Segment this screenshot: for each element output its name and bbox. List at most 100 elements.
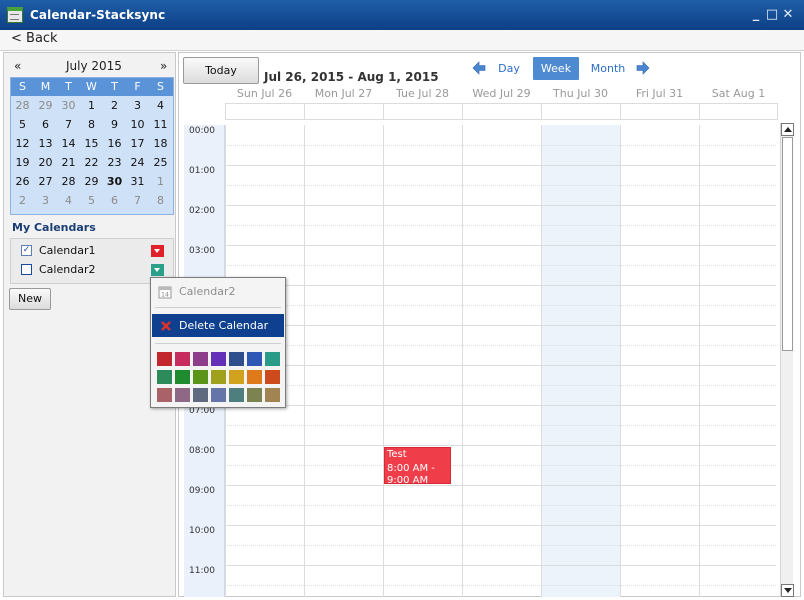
mini-calendar-day[interactable]: 3 [34,192,57,210]
mini-calendar-day[interactable]: 8 [80,116,103,134]
calendar1-checkbox[interactable]: ✓ [21,245,32,256]
mini-calendar-day[interactable]: 20 [34,154,57,172]
delete-calendar-menu-item[interactable]: Delete Calendar [152,314,284,337]
hour-label: 01:00 [189,166,215,176]
mini-calendar-day[interactable]: 14 [57,135,80,153]
mini-calendar-day[interactable]: 29 [80,173,103,191]
color-swatch[interactable] [229,388,244,402]
all-day-cell[interactable] [304,103,383,120]
mini-calendar-day[interactable]: 11 [149,116,172,134]
all-day-cell[interactable] [620,103,699,120]
mini-calendar-day[interactable]: 25 [149,154,172,172]
color-swatch[interactable] [193,388,208,402]
vertical-scrollbar[interactable] [780,123,794,597]
all-day-cell[interactable] [541,103,620,120]
mini-calendar-day[interactable]: 17 [126,135,149,153]
mini-calendar-day[interactable]: 6 [103,192,126,210]
all-day-cell[interactable] [225,103,304,120]
minimize-icon[interactable]: _ [749,8,763,22]
color-swatch[interactable] [193,352,208,366]
weekday-label: T [65,80,72,93]
calendar1-menu-dropdown-icon[interactable] [151,245,164,257]
maximize-icon[interactable]: □ [765,8,779,22]
mini-calendar-day[interactable]: 1 [80,97,103,115]
color-swatch[interactable] [247,352,262,366]
color-swatch[interactable] [211,352,226,366]
mini-calendar-day[interactable]: 29 [34,97,57,115]
mini-calendar-day[interactable]: 28 [11,97,34,115]
mini-calendar-day[interactable]: 27 [34,173,57,191]
mini-calendar-day[interactable]: 19 [11,154,34,172]
color-swatch[interactable] [157,370,172,384]
day-column-header: Fri Jul 31 [635,87,684,100]
mini-calendar-day[interactable]: 5 [11,116,34,134]
mini-calendar-day[interactable]: 5 [80,192,103,210]
mini-calendar-day[interactable]: 8 [149,192,172,210]
next-month-button[interactable]: » [160,59,167,73]
mini-calendar-day[interactable]: 26 [11,173,34,191]
calendar-event[interactable]: Test 8:00 AM - 9:00 AM [384,447,451,484]
mini-calendar-day[interactable]: 4 [57,192,80,210]
color-swatch[interactable] [193,370,208,384]
mini-calendar-day[interactable]: 10 [126,116,149,134]
mini-calendar-day[interactable]: 6 [34,116,57,134]
next-week-arrow-icon[interactable] [636,61,650,75]
mini-calendar-day[interactable]: 16 [103,135,126,153]
color-swatch[interactable] [175,352,190,366]
mini-calendar-day[interactable]: 21 [57,154,80,172]
color-swatch[interactable] [229,352,244,366]
close-icon[interactable]: ✕ [781,8,795,22]
mini-calendar-day[interactable]: 1 [149,173,172,191]
prev-week-arrow-icon[interactable] [472,61,486,75]
tab-month[interactable]: Month [588,61,628,77]
scrollbar-thumb[interactable] [782,137,793,351]
calendar-item-label: Calendar2 [39,263,96,276]
tab-day[interactable]: Day [491,61,527,77]
color-swatch[interactable] [229,370,244,384]
mini-calendar-day[interactable]: 31 [126,173,149,191]
today-button[interactable]: Today [183,57,259,84]
color-swatch[interactable] [247,388,262,402]
mini-calendar-day[interactable]: 2 [103,97,126,115]
scroll-down-arrow-icon[interactable] [781,584,794,597]
color-swatch[interactable] [211,388,226,402]
mini-calendar-day[interactable]: 15 [80,135,103,153]
mini-calendar-day[interactable]: 3 [126,97,149,115]
mini-calendar-day[interactable]: 12 [11,135,34,153]
color-swatch[interactable] [211,370,226,384]
calendar-item[interactable]: Calendar2 [11,261,173,279]
mini-calendar-day[interactable]: 23 [103,154,126,172]
color-swatch[interactable] [175,370,190,384]
mini-calendar-day[interactable]: 9 [103,116,126,134]
calendar2-menu-dropdown-icon[interactable] [151,264,164,276]
all-day-cell[interactable] [462,103,541,120]
back-button[interactable]: < Back [11,31,58,46]
mini-calendar-day[interactable]: 13 [34,135,57,153]
hour-label: 10:00 [189,526,215,536]
all-day-cell[interactable] [383,103,462,120]
color-swatch[interactable] [157,388,172,402]
calendar-item[interactable]: ✓ Calendar1 [11,242,173,260]
scroll-up-arrow-icon[interactable] [781,123,794,136]
mini-calendar-day[interactable]: 18 [149,135,172,153]
prev-month-button[interactable]: « [14,59,21,73]
color-swatch[interactable] [247,370,262,384]
new-calendar-button[interactable]: New [9,288,51,310]
mini-calendar-day[interactable]: 24 [126,154,149,172]
calendar2-checkbox[interactable] [21,264,32,275]
mini-calendar-day[interactable]: 7 [57,116,80,134]
mini-calendar-day[interactable]: 4 [149,97,172,115]
color-swatch[interactable] [265,352,280,366]
mini-calendar-day[interactable]: 30 [57,97,80,115]
mini-calendar-day[interactable]: 2 [11,192,34,210]
mini-calendar-day[interactable]: 28 [57,173,80,191]
all-day-cell[interactable] [699,103,778,120]
mini-calendar-day[interactable]: 7 [126,192,149,210]
color-swatch[interactable] [175,388,190,402]
mini-calendar-day[interactable]: 30 [103,173,126,191]
mini-calendar-day[interactable]: 22 [80,154,103,172]
color-swatch[interactable] [265,388,280,402]
color-swatch[interactable] [265,370,280,384]
tab-week[interactable]: Week [533,57,579,80]
color-swatch[interactable] [157,352,172,366]
